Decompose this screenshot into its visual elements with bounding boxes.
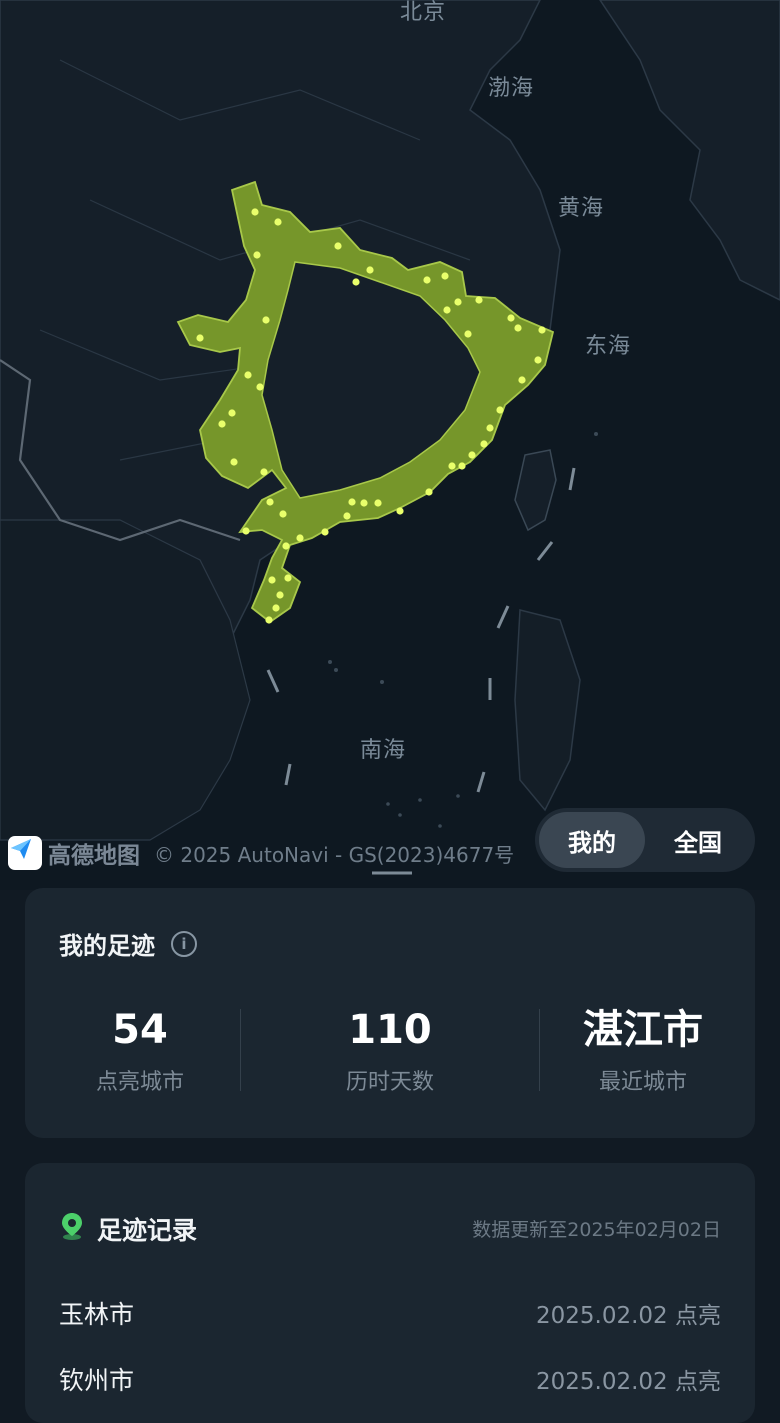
scope-toggle[interactable]: 我的 全国 <box>535 808 755 872</box>
stat-label: 最近城市 <box>598 1070 687 1095</box>
map-label-beijing: 北京 <box>400 0 447 25</box>
list-item[interactable]: 玉林市 2025.02.02 点亮 <box>59 1295 721 1331</box>
stat-recent-city: 湛江市 最近城市 <box>528 1008 758 1096</box>
footprint-records-card: 足迹记录 数据更新至2025年02月02日 玉林市 2025.02.02 点亮 … <box>25 1163 755 1423</box>
toggle-mine-button[interactable]: 我的 <box>539 812 645 868</box>
stat-days: 110 历时天数 <box>275 1008 505 1096</box>
records-updated-text: 数据更新至2025年02月02日 <box>472 1219 721 1241</box>
map-label-donghai: 东海 <box>585 334 632 359</box>
land-taiwan <box>514 449 557 532</box>
stat-value: 110 <box>348 1007 432 1053</box>
list-item[interactable]: 钦州市 2025.02.02 点亮 <box>59 1361 721 1397</box>
stat-divider <box>240 1009 241 1091</box>
stat-label: 历时天数 <box>345 1070 434 1095</box>
footprint-map[interactable]: 北京 渤海 黄海 东海 南海 高德地图 © 2025 AutoNavi - GS… <box>0 0 780 890</box>
map-label-nanhai: 南海 <box>360 738 407 763</box>
stat-value: 湛江市 <box>583 1007 703 1053</box>
record-date: 2025.02.02 点亮 <box>536 1369 721 1395</box>
record-city: 玉林市 <box>59 1300 135 1329</box>
stat-label: 点亮城市 <box>95 1070 184 1095</box>
map-label-huanghai: 黄海 <box>558 196 605 221</box>
stat-lit-cities: 54 点亮城市 <box>25 1008 255 1096</box>
map-attribution: 高德地图 © 2025 AutoNavi - GS(2023)4677号 <box>8 836 514 870</box>
land-philippines <box>514 609 581 812</box>
amap-logo-icon <box>8 836 42 870</box>
records-title: 足迹记录 <box>59 1211 197 1247</box>
map-copyright: © 2025 AutoNavi - GS(2023)4677号 <box>154 842 515 867</box>
info-icon[interactable]: i <box>171 930 197 957</box>
toggle-all-button[interactable]: 全国 <box>645 812 751 868</box>
my-footprint-title-text: 我的足迹 <box>59 932 155 960</box>
record-date: 2025.02.02 点亮 <box>536 1303 721 1329</box>
my-footprint-title: 我的足迹 i <box>59 926 197 961</box>
record-city: 钦州市 <box>59 1366 135 1395</box>
location-pin-icon <box>59 1211 85 1247</box>
my-footprint-card: 我的足迹 i 54 点亮城市 110 历时天数 湛江市 最近城市 <box>25 888 755 1138</box>
map-label-bohai: 渤海 <box>488 76 535 101</box>
records-title-text: 足迹记录 <box>97 1216 198 1245</box>
stat-value: 54 <box>112 1007 168 1053</box>
amap-brand: 高德地图 <box>48 843 140 869</box>
land-korea <box>599 0 780 301</box>
